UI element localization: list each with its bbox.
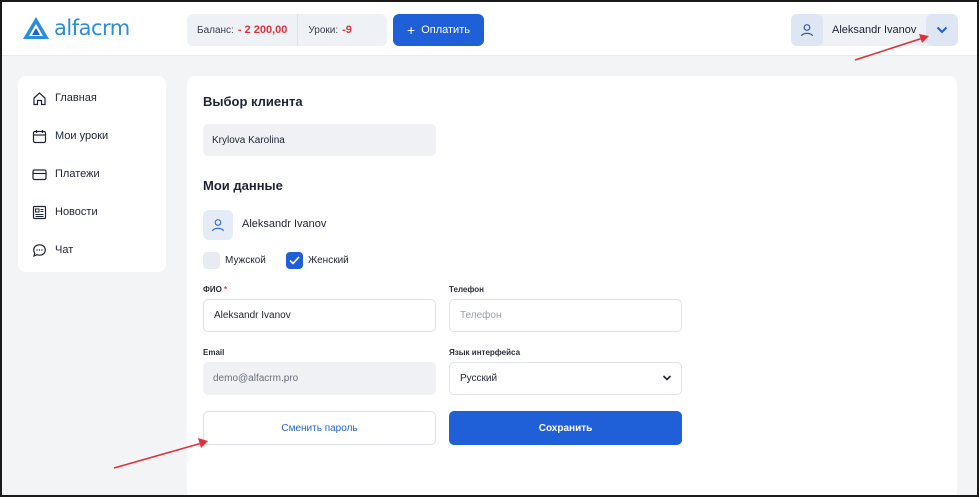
card-icon [32, 168, 47, 180]
change-password-button[interactable]: Сменить пароль [203, 411, 436, 445]
save-button[interactable]: Сохранить [449, 411, 682, 445]
pay-button[interactable]: + Оплатить [393, 14, 484, 46]
sidebar-item-home[interactable]: Главная [32, 87, 97, 109]
plus-icon: + [407, 22, 416, 38]
phone-placeholder: Телефон [460, 310, 502, 321]
fio-label: ФИО * [203, 285, 227, 294]
top-bar: alfacrm Баланс: - 2 200,00 Уроки: -9 + О… [2, 2, 977, 56]
balance-value: - 2 200,00 [237, 24, 288, 36]
balance-label: Баланс: [197, 24, 234, 36]
main-content: Выбор клиента Krylova Karolina Мои данны… [187, 76, 957, 495]
fio-value: Aleksandr Ivanov [214, 310, 291, 321]
gender-male-label: Мужской [225, 255, 266, 266]
balance-panel: Баланс: - 2 200,00 Уроки: -9 [187, 14, 387, 46]
app-window: alfacrm Баланс: - 2 200,00 Уроки: -9 + О… [0, 0, 979, 497]
language-value: Русский [460, 373, 498, 384]
sidebar-item-label: Платежи [55, 168, 100, 180]
user-menu[interactable]: Aleksandr Ivanov [791, 14, 958, 46]
phone-label: Телефон [449, 285, 484, 294]
gender-female-label: Женский [308, 255, 349, 266]
change-password-label: Сменить пароль [281, 422, 358, 434]
phone-input[interactable]: Телефон [449, 299, 682, 332]
user-icon [800, 24, 814, 37]
chevron-down-icon [936, 26, 948, 34]
client-select[interactable]: Krylova Karolina [203, 124, 436, 156]
my-data-title: Мои данные [203, 178, 283, 193]
email-label: Email [203, 348, 225, 357]
balance-segment: Баланс: - 2 200,00 [187, 14, 297, 46]
avatar [791, 14, 823, 46]
sidebar-item-lessons[interactable]: Мои уроки [32, 125, 108, 147]
required-mark: * [224, 285, 228, 294]
sidebar-item-label: Новости [55, 206, 98, 218]
user-name: Aleksandr Ivanov [832, 24, 917, 36]
logo[interactable]: alfacrm [22, 16, 130, 40]
lessons-value: -9 [342, 24, 352, 36]
lessons-label: Уроки: [308, 24, 339, 36]
sidebar: Главная Мои уроки Платежи Новости Чат [18, 76, 166, 272]
calendar-icon [32, 129, 47, 143]
alfacrm-logo-icon [23, 17, 49, 39]
fio-label-text: ФИО [203, 285, 222, 294]
gender-female-checkbox[interactable] [286, 252, 303, 269]
sidebar-item-news[interactable]: Новости [32, 201, 98, 223]
sidebar-item-payments[interactable]: Платежи [32, 163, 100, 185]
profile-avatar[interactable] [203, 210, 233, 240]
chat-icon [33, 243, 46, 257]
user-menu-toggle[interactable] [926, 14, 958, 46]
client-value: Krylova Karolina [212, 134, 285, 146]
home-icon [33, 91, 46, 105]
news-icon [32, 205, 47, 219]
fio-input[interactable]: Aleksandr Ivanov [203, 299, 436, 332]
email-value: demo@alfacrm.pro [213, 373, 299, 384]
language-label: Язык интерфейса [449, 348, 521, 357]
logo-text: alfacrm [54, 16, 130, 40]
language-select[interactable]: Русский [449, 362, 682, 395]
pay-button-label: Оплатить [421, 24, 470, 36]
email-field: demo@alfacrm.pro [203, 362, 436, 395]
check-icon [289, 256, 300, 265]
chevron-down-icon [662, 375, 672, 381]
lessons-segment: Уроки: -9 [297, 14, 362, 46]
sidebar-item-label: Чат [55, 244, 74, 256]
save-label: Сохранить [538, 422, 593, 434]
sidebar-item-label: Мои уроки [55, 130, 109, 142]
gender-male-checkbox[interactable] [203, 252, 220, 269]
profile-name: Aleksandr Ivanov [242, 218, 327, 230]
user-icon [211, 219, 225, 232]
sidebar-item-label: Главная [55, 92, 97, 104]
sidebar-item-chat[interactable]: Чат [32, 239, 73, 261]
client-section-title: Выбор клиента [203, 94, 303, 109]
